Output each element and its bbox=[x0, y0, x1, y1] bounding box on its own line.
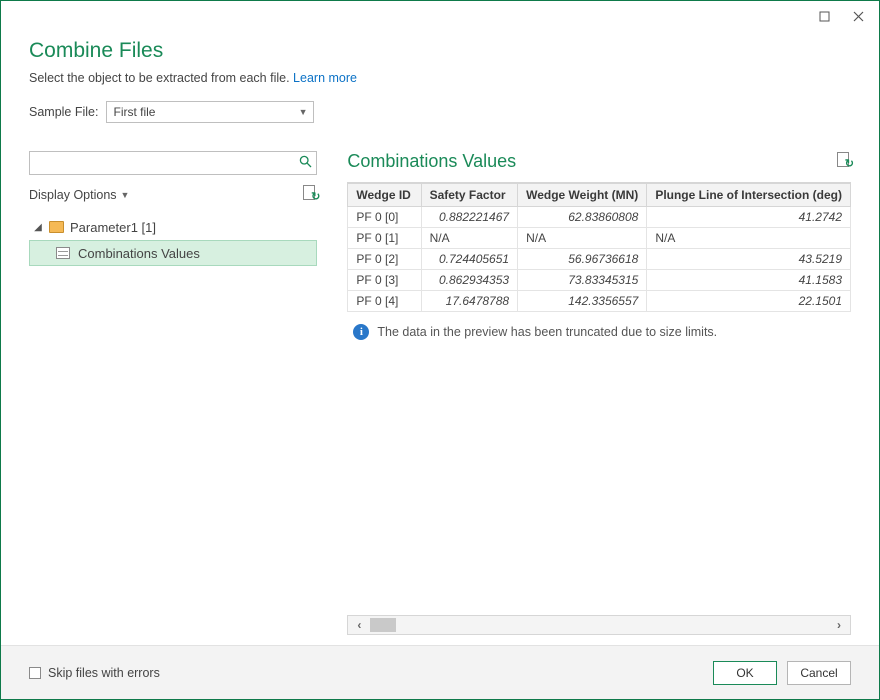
cell: 62.83860808 bbox=[518, 207, 647, 228]
ok-button[interactable]: OK bbox=[713, 661, 777, 685]
refresh-icon[interactable]: ↻ bbox=[303, 185, 317, 204]
display-options-label: Display Options bbox=[29, 188, 117, 202]
object-tree: ◢ Parameter1 [1] Combinations Values bbox=[29, 214, 317, 266]
scroll-right-button[interactable]: › bbox=[828, 616, 850, 634]
dialog-footer: Skip files with errors OK Cancel bbox=[1, 645, 879, 699]
search-icon[interactable] bbox=[299, 155, 312, 171]
preview-pane: Combinations Values ↻ Wedge ID Safety Fa… bbox=[347, 151, 851, 635]
subtitle-text: Select the object to be extracted from e… bbox=[29, 71, 293, 85]
cell: 17.6478788 bbox=[421, 291, 518, 312]
cell: 0.724405651 bbox=[421, 249, 518, 270]
cancel-button[interactable]: Cancel bbox=[787, 661, 851, 685]
chevron-down-icon: ▼ bbox=[121, 190, 130, 200]
cell: N/A bbox=[647, 228, 851, 249]
cell: N/A bbox=[518, 228, 647, 249]
skip-errors-label: Skip files with errors bbox=[48, 666, 160, 680]
cell: 43.5219 bbox=[647, 249, 851, 270]
collapse-icon[interactable]: ◢ bbox=[33, 222, 43, 233]
column-header[interactable]: Plunge Line of Intersection (deg) bbox=[647, 184, 851, 207]
cell: 41.1583 bbox=[647, 270, 851, 291]
table-row[interactable]: PF 0 [1] N/A N/A N/A bbox=[348, 228, 851, 249]
table-icon bbox=[56, 247, 70, 259]
cell: PF 0 [1] bbox=[348, 228, 421, 249]
dialog-title: Combine Files bbox=[29, 39, 851, 63]
checkbox-box bbox=[29, 667, 41, 679]
sample-file-value: First file bbox=[113, 105, 155, 119]
truncation-message: i The data in the preview has been trunc… bbox=[347, 312, 851, 352]
learn-more-link[interactable]: Learn more bbox=[293, 71, 357, 85]
info-icon: i bbox=[353, 324, 369, 340]
chevron-down-icon: ▼ bbox=[299, 107, 308, 117]
cell: 41.2742 bbox=[647, 207, 851, 228]
cell: 0.882221467 bbox=[421, 207, 518, 228]
display-options-dropdown[interactable]: Display Options ▼ bbox=[29, 188, 129, 202]
table-row[interactable]: PF 0 [2] 0.724405651 56.96736618 43.5219 bbox=[348, 249, 851, 270]
sample-file-select[interactable]: First file ▼ bbox=[106, 101, 314, 123]
cell: 142.3356557 bbox=[518, 291, 647, 312]
tree-root-label: Parameter1 [1] bbox=[70, 220, 156, 235]
navigator-pane: Display Options ▼ ↻ ◢ Parameter1 [1] bbox=[29, 151, 317, 635]
cell: PF 0 [0] bbox=[348, 207, 421, 228]
sample-file-row: Sample File: First file ▼ bbox=[29, 101, 851, 123]
cell: N/A bbox=[421, 228, 518, 249]
maximize-button[interactable] bbox=[809, 5, 839, 27]
cell: 73.83345315 bbox=[518, 270, 647, 291]
cell: 22.1501 bbox=[647, 291, 851, 312]
sample-file-label: Sample File: bbox=[29, 105, 98, 119]
table-header-row: Wedge ID Safety Factor Wedge Weight (MN)… bbox=[348, 184, 851, 207]
folder-icon bbox=[49, 221, 64, 233]
close-button[interactable] bbox=[843, 5, 873, 27]
tree-child-item[interactable]: Combinations Values bbox=[29, 240, 317, 266]
tree-child-label: Combinations Values bbox=[78, 246, 200, 261]
search-box[interactable] bbox=[29, 151, 317, 175]
table-row[interactable]: PF 0 [4] 17.6478788 142.3356557 22.1501 bbox=[348, 291, 851, 312]
cell: PF 0 [3] bbox=[348, 270, 421, 291]
preview-table: Wedge ID Safety Factor Wedge Weight (MN)… bbox=[347, 183, 851, 312]
column-header[interactable]: Safety Factor bbox=[421, 184, 518, 207]
table-row[interactable]: PF 0 [0] 0.882221467 62.83860808 41.2742 bbox=[348, 207, 851, 228]
preview-title: Combinations Values bbox=[347, 151, 516, 172]
cell: 56.96736618 bbox=[518, 249, 647, 270]
scroll-track[interactable] bbox=[370, 616, 828, 634]
titlebar bbox=[1, 1, 879, 31]
search-input[interactable] bbox=[36, 153, 299, 173]
combine-files-dialog: Combine Files Select the object to be ex… bbox=[0, 0, 880, 700]
dialog-subtitle: Select the object to be extracted from e… bbox=[29, 71, 851, 85]
horizontal-scrollbar[interactable]: ‹ › bbox=[347, 615, 851, 635]
column-header[interactable]: Wedge ID bbox=[348, 184, 421, 207]
table-row[interactable]: PF 0 [3] 0.862934353 73.83345315 41.1583 bbox=[348, 270, 851, 291]
cell: PF 0 [4] bbox=[348, 291, 421, 312]
cell: 0.862934353 bbox=[421, 270, 518, 291]
truncation-text: The data in the preview has been truncat… bbox=[377, 325, 717, 339]
tree-root-item[interactable]: ◢ Parameter1 [1] bbox=[29, 214, 317, 240]
scroll-left-button[interactable]: ‹ bbox=[348, 616, 370, 634]
cell: PF 0 [2] bbox=[348, 249, 421, 270]
column-header[interactable]: Wedge Weight (MN) bbox=[518, 184, 647, 207]
scroll-thumb[interactable] bbox=[370, 618, 396, 632]
skip-errors-checkbox[interactable]: Skip files with errors bbox=[29, 666, 160, 680]
preview-refresh-icon[interactable]: ↻ bbox=[837, 152, 851, 171]
